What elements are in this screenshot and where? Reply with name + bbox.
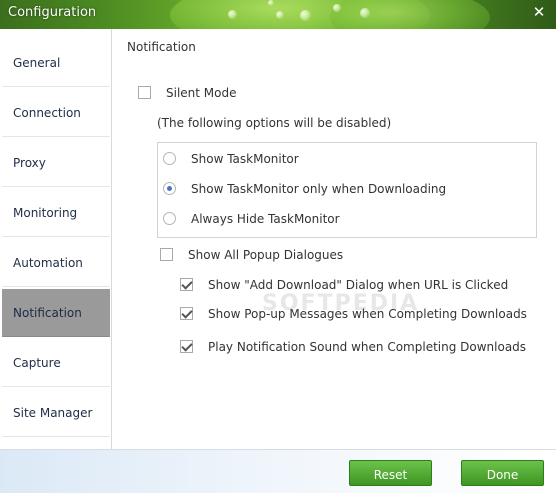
- notification-sound-checkbox[interactable]: [180, 340, 193, 353]
- radio-always-hide-taskmonitor[interactable]: [163, 212, 176, 225]
- popup-messages-checkbox[interactable]: [180, 307, 193, 320]
- sidebar-item-connection[interactable]: Connection: [2, 89, 110, 137]
- sidebar-item-label: Automation: [13, 256, 83, 270]
- sidebar-item-label: Site Manager: [13, 406, 93, 420]
- disabled-note: (The following options will be disabled): [157, 116, 392, 130]
- radio-label[interactable]: Show TaskMonitor only when Downloading: [191, 182, 446, 196]
- leaf-background-2: [330, 0, 490, 29]
- add-download-dialog-checkbox[interactable]: [180, 278, 193, 291]
- sidebar-item-capture[interactable]: Capture: [2, 339, 110, 387]
- close-icon[interactable]: ✕: [530, 3, 548, 21]
- sidebar-item-general[interactable]: General: [2, 39, 110, 87]
- add-download-dialog-label[interactable]: Show "Add Download" Dialog when URL is C…: [208, 278, 508, 292]
- water-drop: [300, 10, 311, 21]
- radio-show-taskmonitor-downloading[interactable]: [163, 182, 176, 195]
- popup-messages-label[interactable]: Show Pop-up Messages when Completing Dow…: [208, 307, 527, 321]
- sidebar-item-notification[interactable]: Notification: [2, 289, 110, 337]
- water-drop: [228, 10, 237, 19]
- sidebar: General Connection Proxy Monitoring Auto…: [0, 29, 112, 449]
- sidebar-item-label: General: [13, 56, 61, 70]
- sidebar-item-automation[interactable]: Automation: [2, 239, 110, 287]
- radio-label[interactable]: Always Hide TaskMonitor: [191, 212, 340, 226]
- sidebar-item-label: Proxy: [13, 156, 46, 170]
- sidebar-item-label: Capture: [13, 356, 61, 370]
- radio-show-taskmonitor[interactable]: [163, 152, 176, 165]
- radio-label[interactable]: Show TaskMonitor: [191, 152, 299, 166]
- water-drop: [268, 0, 274, 6]
- sidebar-item-label: Connection: [13, 106, 81, 120]
- title-bar[interactable]: Configuration ✕: [0, 0, 556, 29]
- sidebar-item-label: Notification: [13, 306, 82, 320]
- section-title: Notification: [127, 40, 196, 54]
- water-drop: [360, 8, 370, 18]
- show-all-popups-checkbox[interactable]: [160, 248, 173, 261]
- reset-button[interactable]: Reset: [349, 460, 432, 486]
- window-title: Configuration: [8, 5, 97, 20]
- sidebar-item-monitoring[interactable]: Monitoring: [2, 189, 110, 237]
- silent-mode-label[interactable]: Silent Mode: [166, 86, 237, 100]
- notification-sound-label[interactable]: Play Notification Sound when Completing …: [208, 340, 526, 354]
- sidebar-item-label: Monitoring: [13, 206, 78, 220]
- done-button[interactable]: Done: [461, 460, 544, 486]
- sidebar-item-proxy[interactable]: Proxy: [2, 139, 110, 187]
- show-all-popups-label[interactable]: Show All Popup Dialogues: [188, 248, 343, 262]
- water-drop: [333, 4, 341, 12]
- silent-mode-checkbox[interactable]: [138, 86, 151, 99]
- sidebar-item-site-manager[interactable]: Site Manager: [2, 389, 110, 437]
- water-drop: [276, 11, 284, 19]
